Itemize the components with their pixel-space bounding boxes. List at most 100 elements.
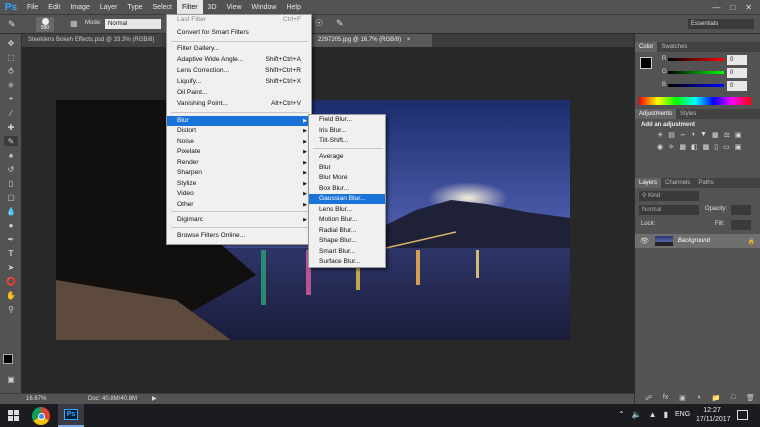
tab-adjustments[interactable]: Adjustments	[635, 109, 677, 119]
filter-menu-item-blur[interactable]: Blur ▶	[167, 116, 311, 127]
fx-icon[interactable]: fx	[663, 394, 668, 402]
pen-tool-icon[interactable]: ✒	[4, 234, 18, 244]
filter-menu-item-distort[interactable]: Distort ▶	[167, 126, 311, 136]
mode-select[interactable]: Normal	[105, 19, 161, 29]
blur-menu-item-gaussian-blur[interactable]: Gaussian Blur...	[309, 194, 385, 205]
opacity-input[interactable]	[731, 205, 751, 215]
tab-color[interactable]: Color	[635, 42, 658, 52]
g-slider[interactable]	[668, 71, 724, 74]
doc-tab-1[interactable]: Steeklens Bokeh Effects.psd @ 33.3% (RGB…	[22, 34, 162, 47]
eyedropper-tool-icon[interactable]: ⁄	[4, 108, 18, 118]
filter-menu-item-noise[interactable]: Noise ▶	[167, 137, 311, 147]
vibrance-icon[interactable]: ▼	[700, 131, 707, 139]
action-center-icon[interactable]	[737, 410, 748, 420]
brush-tool-icon[interactable]: ✎	[8, 19, 16, 30]
curves-icon[interactable]: ∽	[680, 131, 686, 139]
photoshop-taskbar-icon[interactable]: Ps	[58, 404, 84, 427]
blend-mode-select[interactable]: Normal	[639, 205, 699, 215]
tab-layers[interactable]: Layers	[635, 178, 662, 188]
blur-menu-item-radial-blur[interactable]: Radial Blur...	[309, 226, 385, 236]
hand-tool-icon[interactable]: ✋	[4, 290, 18, 300]
workspace-select[interactable]: Essentials	[688, 19, 754, 29]
visibility-eye-icon[interactable]: 👁	[640, 237, 649, 245]
selective-color-icon[interactable]: ▣	[735, 143, 742, 151]
trash-icon[interactable]: 🗑	[746, 394, 755, 402]
mask-icon[interactable]: ▣	[679, 394, 686, 402]
menu-filter[interactable]: Filter	[176, 0, 203, 15]
filter-menu-item-other[interactable]: Other ▶	[167, 200, 311, 210]
levels-icon[interactable]: ▤	[668, 131, 675, 139]
group-icon[interactable]: 📁	[712, 394, 721, 402]
marquee-tool-icon[interactable]: ⬚	[4, 52, 18, 62]
filter-menu-item-last-filter[interactable]: Last Filter Ctrl+F	[167, 15, 311, 25]
hue-saturation-icon[interactable]: ▦	[712, 131, 719, 139]
photo-filter-icon[interactable]: ◉	[657, 143, 663, 151]
type-tool-icon[interactable]: T	[4, 248, 18, 258]
posterize-icon[interactable]: ▩	[703, 143, 710, 151]
doc-tab-2[interactable]: 2297205.jpg @ 16.7% (RGB/8) ×	[312, 34, 432, 47]
foreground-color-swatch[interactable]	[3, 354, 13, 364]
menu-help[interactable]: Help	[281, 0, 305, 15]
color-ramp[interactable]	[639, 97, 751, 105]
brush-preset-picker[interactable]: 990	[36, 17, 54, 32]
shape-tool-icon[interactable]: ⭕	[4, 276, 18, 286]
filter-menu-item-filter-gallery[interactable]: Filter Gallery...	[167, 44, 311, 54]
link-icon[interactable]: ☍	[645, 394, 652, 402]
close-icon[interactable]: ✕	[745, 3, 752, 12]
blur-menu-item-box-blur[interactable]: Box Blur...	[309, 184, 385, 194]
menu-type[interactable]: Type	[122, 0, 147, 15]
layer-row[interactable]: 👁 Background 🔒	[635, 234, 760, 248]
color-lookup-icon[interactable]: ▦	[679, 143, 686, 151]
filter-menu-item-lens-correction[interactable]: Lens Correction... Shift+Ctrl+R	[167, 66, 311, 76]
filter-menu-item-video[interactable]: Video ▶	[167, 189, 311, 199]
b-slider[interactable]	[668, 84, 724, 87]
channel-mixer-icon[interactable]: ⚛	[668, 143, 674, 151]
blur-menu-item-smart-blur[interactable]: Smart Blur...	[309, 247, 385, 257]
history-brush-tool-icon[interactable]: ↺	[4, 164, 18, 174]
maximize-icon[interactable]: □	[730, 3, 735, 12]
airbrush-icon[interactable]: ☉	[315, 18, 323, 29]
crop-tool-icon[interactable]: ⌖	[4, 94, 18, 104]
speaker-icon[interactable]: 🔈	[632, 410, 642, 419]
color-balance-icon[interactable]: ⚖	[724, 131, 730, 139]
blur-menu-item-blur-more[interactable]: Blur More	[309, 173, 385, 183]
filter-menu-item-render[interactable]: Render ▶	[167, 158, 311, 168]
menu-select[interactable]: Select	[148, 0, 177, 15]
menu-window[interactable]: Window	[247, 0, 282, 15]
menu-image[interactable]: Image	[65, 0, 94, 15]
blur-menu-item-tilt-shift[interactable]: Tilt-Shift...	[309, 136, 385, 146]
battery-icon[interactable]: ▮	[664, 410, 668, 419]
pressure-icon[interactable]: ✎	[336, 18, 344, 29]
adjustment-layer-icon[interactable]: ◑	[697, 394, 701, 402]
lasso-tool-icon[interactable]: ⥀	[4, 66, 18, 76]
new-layer-icon[interactable]: □	[731, 394, 735, 402]
filter-menu-item-vanishing-point[interactable]: Vanishing Point... Alt+Ctrl+V	[167, 99, 311, 109]
threshold-icon[interactable]: ▯	[714, 143, 718, 151]
blur-menu-item-iris-blur[interactable]: Iris Blur...	[309, 126, 385, 136]
chrome-icon[interactable]	[32, 407, 50, 425]
gradient-map-icon[interactable]: ▭	[723, 143, 730, 151]
blur-menu-item-motion-blur[interactable]: Motion Blur...	[309, 215, 385, 225]
fg-color-swatch[interactable]	[640, 57, 652, 69]
filter-menu-item-convert-for-smart-filters[interactable]: Convert for Smart Filters	[167, 28, 311, 38]
filter-menu-item-liquify[interactable]: Liquify... Shift+Ctrl+X	[167, 77, 311, 87]
filter-menu-item-stylize[interactable]: Stylize ▶	[167, 179, 311, 189]
quick-mask-icon[interactable]: ▣	[4, 374, 18, 384]
blur-tool-icon[interactable]: 💧	[4, 206, 18, 216]
r-slider[interactable]	[668, 58, 724, 61]
filter-menu-item-pixelate[interactable]: Pixelate ▶	[167, 147, 311, 157]
blur-menu-item-field-blur[interactable]: Field Blur...	[309, 115, 385, 125]
fill-input[interactable]	[731, 220, 751, 230]
healing-tool-icon[interactable]: ✚	[4, 122, 18, 132]
invert-icon[interactable]: ◧	[691, 143, 698, 151]
blur-menu-item-lens-blur[interactable]: Lens Blur...	[309, 205, 385, 215]
brush-panel-icon[interactable]: ▦	[70, 19, 78, 28]
stamp-tool-icon[interactable]: ♠	[4, 150, 18, 160]
filter-menu-item-digimarc[interactable]: Digimarc ▶	[167, 215, 311, 225]
b-input[interactable]: 0	[727, 81, 747, 91]
quick-select-tool-icon[interactable]: ✳	[4, 80, 18, 90]
menu-view[interactable]: View	[222, 0, 247, 15]
g-input[interactable]: 0	[727, 68, 747, 78]
tab-channels[interactable]: Channels	[661, 178, 694, 188]
menu-edit[interactable]: Edit	[43, 0, 65, 15]
